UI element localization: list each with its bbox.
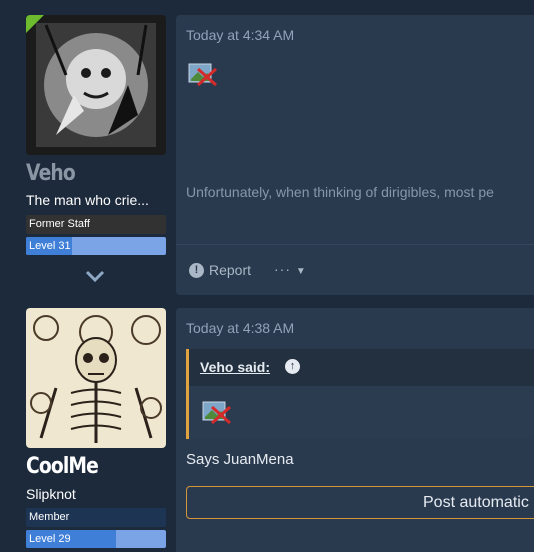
post-automatic-button[interactable]: Post automatic [186, 486, 534, 519]
quote-header: Veho said: ↑ [189, 349, 534, 386]
broken-image-icon [202, 401, 231, 425]
user-info: Veho The man who crie... Former Staff Le… [26, 15, 166, 295]
quote-body [189, 386, 534, 439]
chevron-down-icon[interactable] [84, 268, 106, 286]
post-veho: Veho The man who crie... Former Staff Le… [0, 0, 534, 300]
post-coolme: CoolMe Slipknot Member Level 29 Today at… [0, 300, 534, 552]
report-button[interactable]: ! Report [189, 262, 251, 278]
user-banner: Member [26, 508, 166, 527]
quote-author-link[interactable]: Veho said: [200, 359, 270, 375]
post-message: Says JuanMena [186, 451, 294, 468]
arrow-up-circle-icon[interactable]: ↑ [285, 359, 300, 374]
user-info: CoolMe Slipknot Member Level 29 [26, 308, 166, 552]
report-label: Report [209, 262, 252, 278]
post-time[interactable]: Today at 4:38 AM [186, 320, 294, 336]
user-banner: Former Staff [26, 215, 166, 234]
more-actions-button[interactable]: ··· ▼ [274, 261, 307, 277]
quote-block: Veho said: ↑ [186, 349, 534, 439]
alert-icon: ! [189, 262, 204, 278]
level-label: Level 29 [29, 533, 71, 545]
username[interactable]: CoolMe [26, 454, 99, 479]
level-bar: Level 29 [26, 530, 166, 548]
level-bar: Level 31 [26, 237, 166, 255]
post-card: Today at 4:34 AM Unfortunately, when thi… [176, 15, 534, 295]
post-time[interactable]: Today at 4:34 AM [186, 27, 294, 43]
broken-image-icon [188, 63, 217, 87]
caret-down-icon: ▼ [295, 266, 307, 277]
avatar[interactable] [26, 308, 166, 448]
divider [176, 244, 534, 245]
user-title: Slipknot [26, 486, 76, 502]
ellipsis-icon: ··· [274, 261, 291, 277]
post-card: Today at 4:38 AM Veho said: ↑ Says JuanM… [176, 308, 534, 552]
post-body: Unfortunately, when thinking of dirigibl… [186, 184, 494, 200]
username[interactable]: Veho [26, 161, 76, 186]
user-title: The man who crie... [26, 192, 149, 208]
avatar[interactable] [26, 15, 166, 155]
level-label: Level 31 [29, 240, 71, 252]
